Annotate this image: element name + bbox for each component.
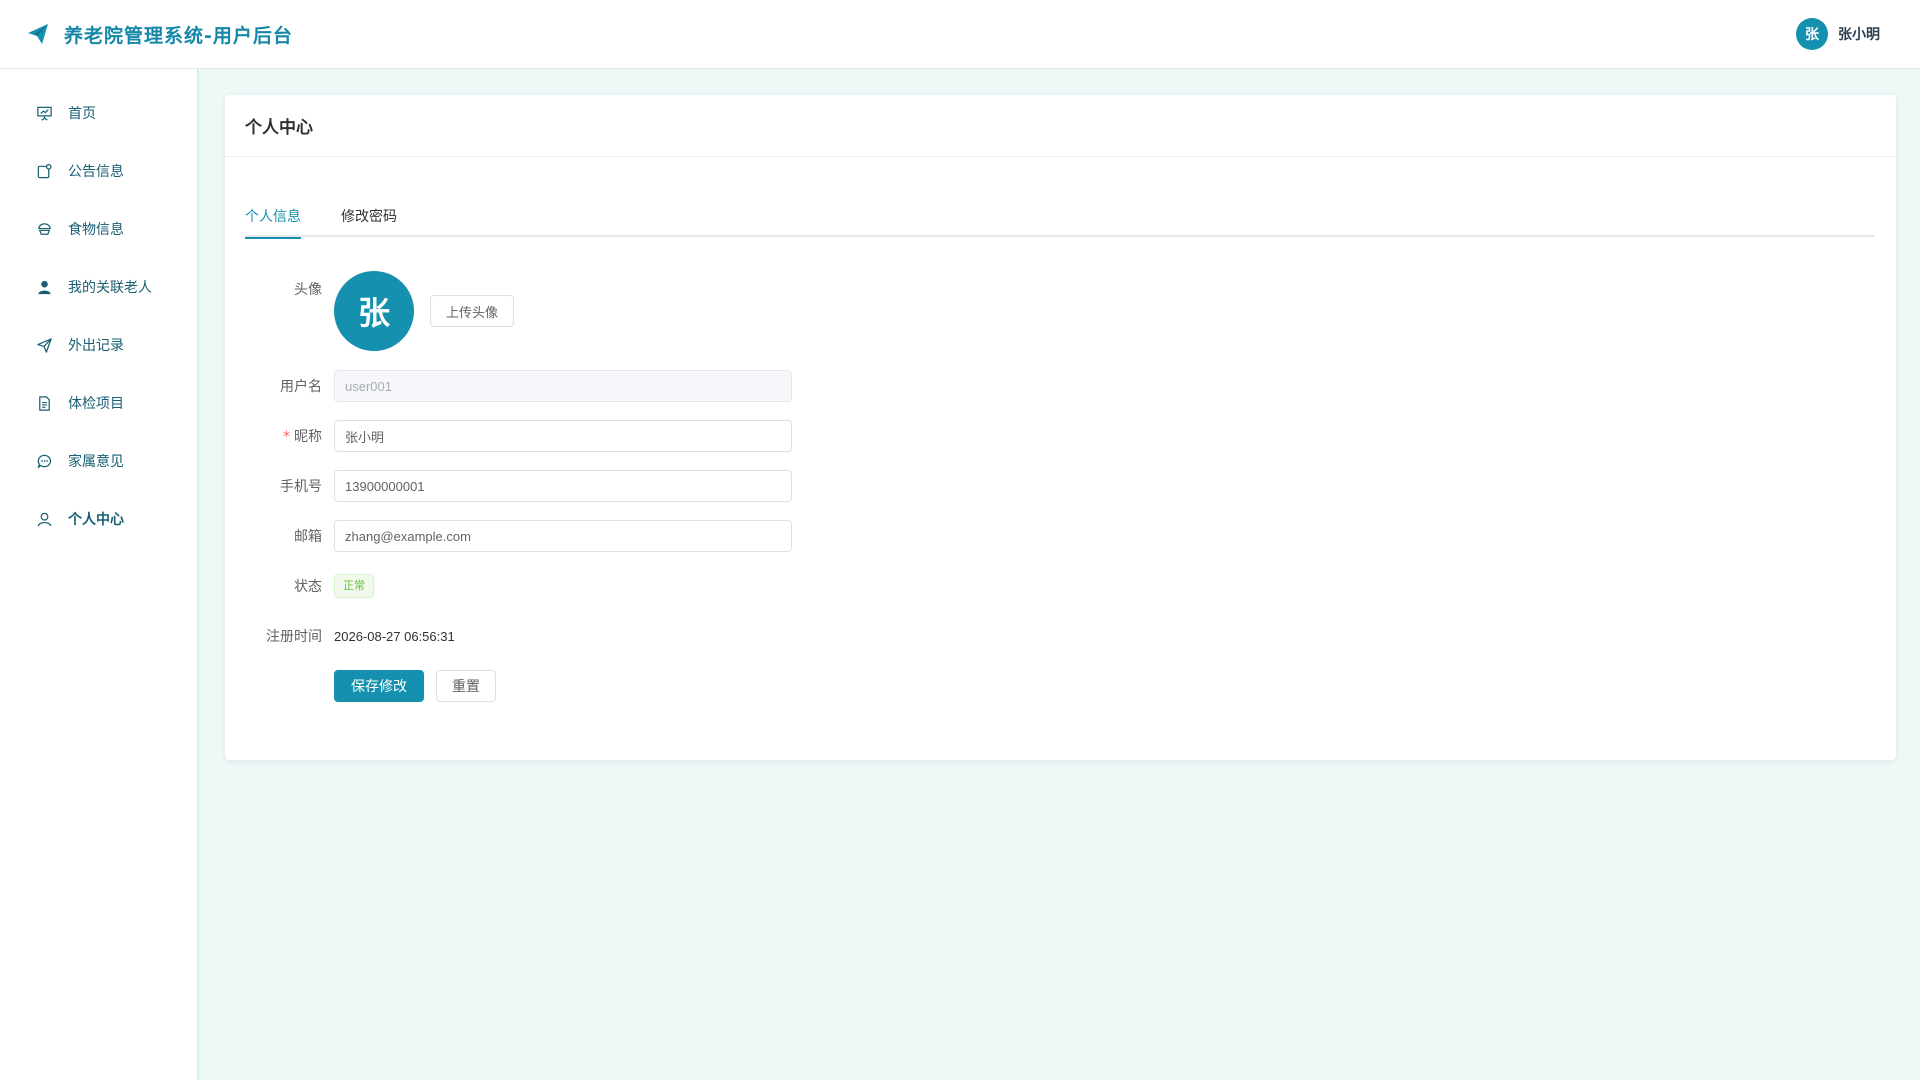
username-field: [334, 370, 792, 402]
upload-avatar-button[interactable]: 上传头像: [430, 295, 515, 327]
sidebar-item-home[interactable]: 首页: [0, 84, 197, 142]
phone-row: 手机号: [245, 470, 1876, 502]
sidebar-item-label: 我的关联老人: [68, 280, 152, 296]
required-mark: *: [283, 429, 290, 445]
nickname-label: * 昵称: [245, 426, 334, 446]
tab-change-password[interactable]: 修改密码: [341, 203, 397, 237]
sidebar-item-label: 外出记录: [68, 338, 124, 354]
status-badge: 正常: [334, 574, 374, 598]
notice-icon: [35, 162, 53, 180]
sidebar-item-profile[interactable]: 个人中心: [0, 490, 197, 548]
status-row: 状态 正常: [245, 570, 1876, 602]
sidebar-item-notices[interactable]: 公告信息: [0, 142, 197, 200]
phone-field[interactable]: [334, 470, 792, 502]
status-label: 状态: [294, 579, 322, 595]
food-icon: [35, 220, 53, 238]
tab-profile-info[interactable]: 个人信息: [245, 203, 301, 239]
sidebar-item-label: 首页: [68, 106, 96, 122]
page-title: 个人中心: [245, 118, 313, 138]
sidebar-item-label: 体检项目: [68, 396, 124, 412]
chat-icon: [35, 452, 53, 470]
paper-plane-icon: [26, 22, 50, 46]
user-menu[interactable]: 张 张小明: [1796, 18, 1880, 50]
brand: 养老院管理系统-用户后台: [26, 21, 293, 48]
nickname-row: * 昵称: [245, 420, 1876, 452]
sidebar-item-label: 个人中心: [68, 512, 124, 528]
register-time-value: 2026-08-27 06:56:31: [334, 628, 455, 644]
phone-label: 手机号: [280, 479, 322, 495]
profile-avatar: 张: [334, 271, 414, 351]
nickname-field[interactable]: [334, 420, 792, 452]
register-time-label: 注册时间: [266, 629, 322, 645]
sidebar-item-outings[interactable]: 外出记录: [0, 316, 197, 374]
sidebar: 首页 公告信息 食物信息 我的关联老人 外出记录 体检项目 家属意见 个人中心: [0, 69, 199, 1080]
sidebar-item-checkups[interactable]: 体检项目: [0, 374, 197, 432]
email-field[interactable]: [334, 520, 792, 552]
sidebar-item-label: 食物信息: [68, 222, 124, 238]
card-body: 个人信息 修改密码 头像 张 上传头像 用户名 *昵称 手机号 邮: [225, 157, 1896, 702]
profile-card: 个人中心 个人信息 修改密码 头像 张 上传头像 用户名 *昵称 手机号: [225, 95, 1896, 760]
tabs: 个人信息 修改密码: [245, 203, 1875, 239]
sidebar-item-label: 公告信息: [68, 164, 124, 180]
username-row: 用户名: [245, 370, 1876, 402]
dashboard-icon: [35, 104, 53, 122]
username-label: 用户名: [280, 379, 322, 395]
sidebar-item-linked-elders[interactable]: 我的关联老人: [0, 258, 197, 316]
top-header: 养老院管理系统-用户后台 张 张小明: [0, 0, 1920, 69]
reset-button[interactable]: 重置: [436, 670, 496, 702]
avatar[interactable]: 张: [1796, 18, 1828, 50]
profile-form: 头像 张 上传头像 用户名 *昵称 手机号 邮箱 状态: [245, 271, 1876, 702]
email-row: 邮箱: [245, 520, 1876, 552]
nickname-label-text: 昵称: [294, 429, 322, 445]
email-label: 邮箱: [294, 529, 322, 545]
send-icon: [35, 336, 53, 354]
avatar-label: 头像: [294, 282, 322, 298]
app-title: 养老院管理系统-用户后台: [64, 24, 293, 47]
sidebar-item-feedback[interactable]: 家属意见: [0, 432, 197, 490]
card-header: 个人中心: [225, 95, 1896, 157]
register-time-row: 注册时间 2026-08-27 06:56:31: [245, 620, 1876, 652]
actions-row: 保存修改 重置: [245, 670, 1876, 702]
sidebar-item-food[interactable]: 食物信息: [0, 200, 197, 258]
user-filled-icon: [35, 278, 53, 296]
document-icon: [35, 394, 53, 412]
sidebar-item-label: 家属意见: [68, 454, 124, 470]
save-button[interactable]: 保存修改: [334, 670, 424, 702]
avatar-row: 头像 张 上传头像: [245, 271, 1876, 351]
user-icon: [35, 510, 53, 528]
user-name[interactable]: 张小明: [1838, 24, 1880, 44]
